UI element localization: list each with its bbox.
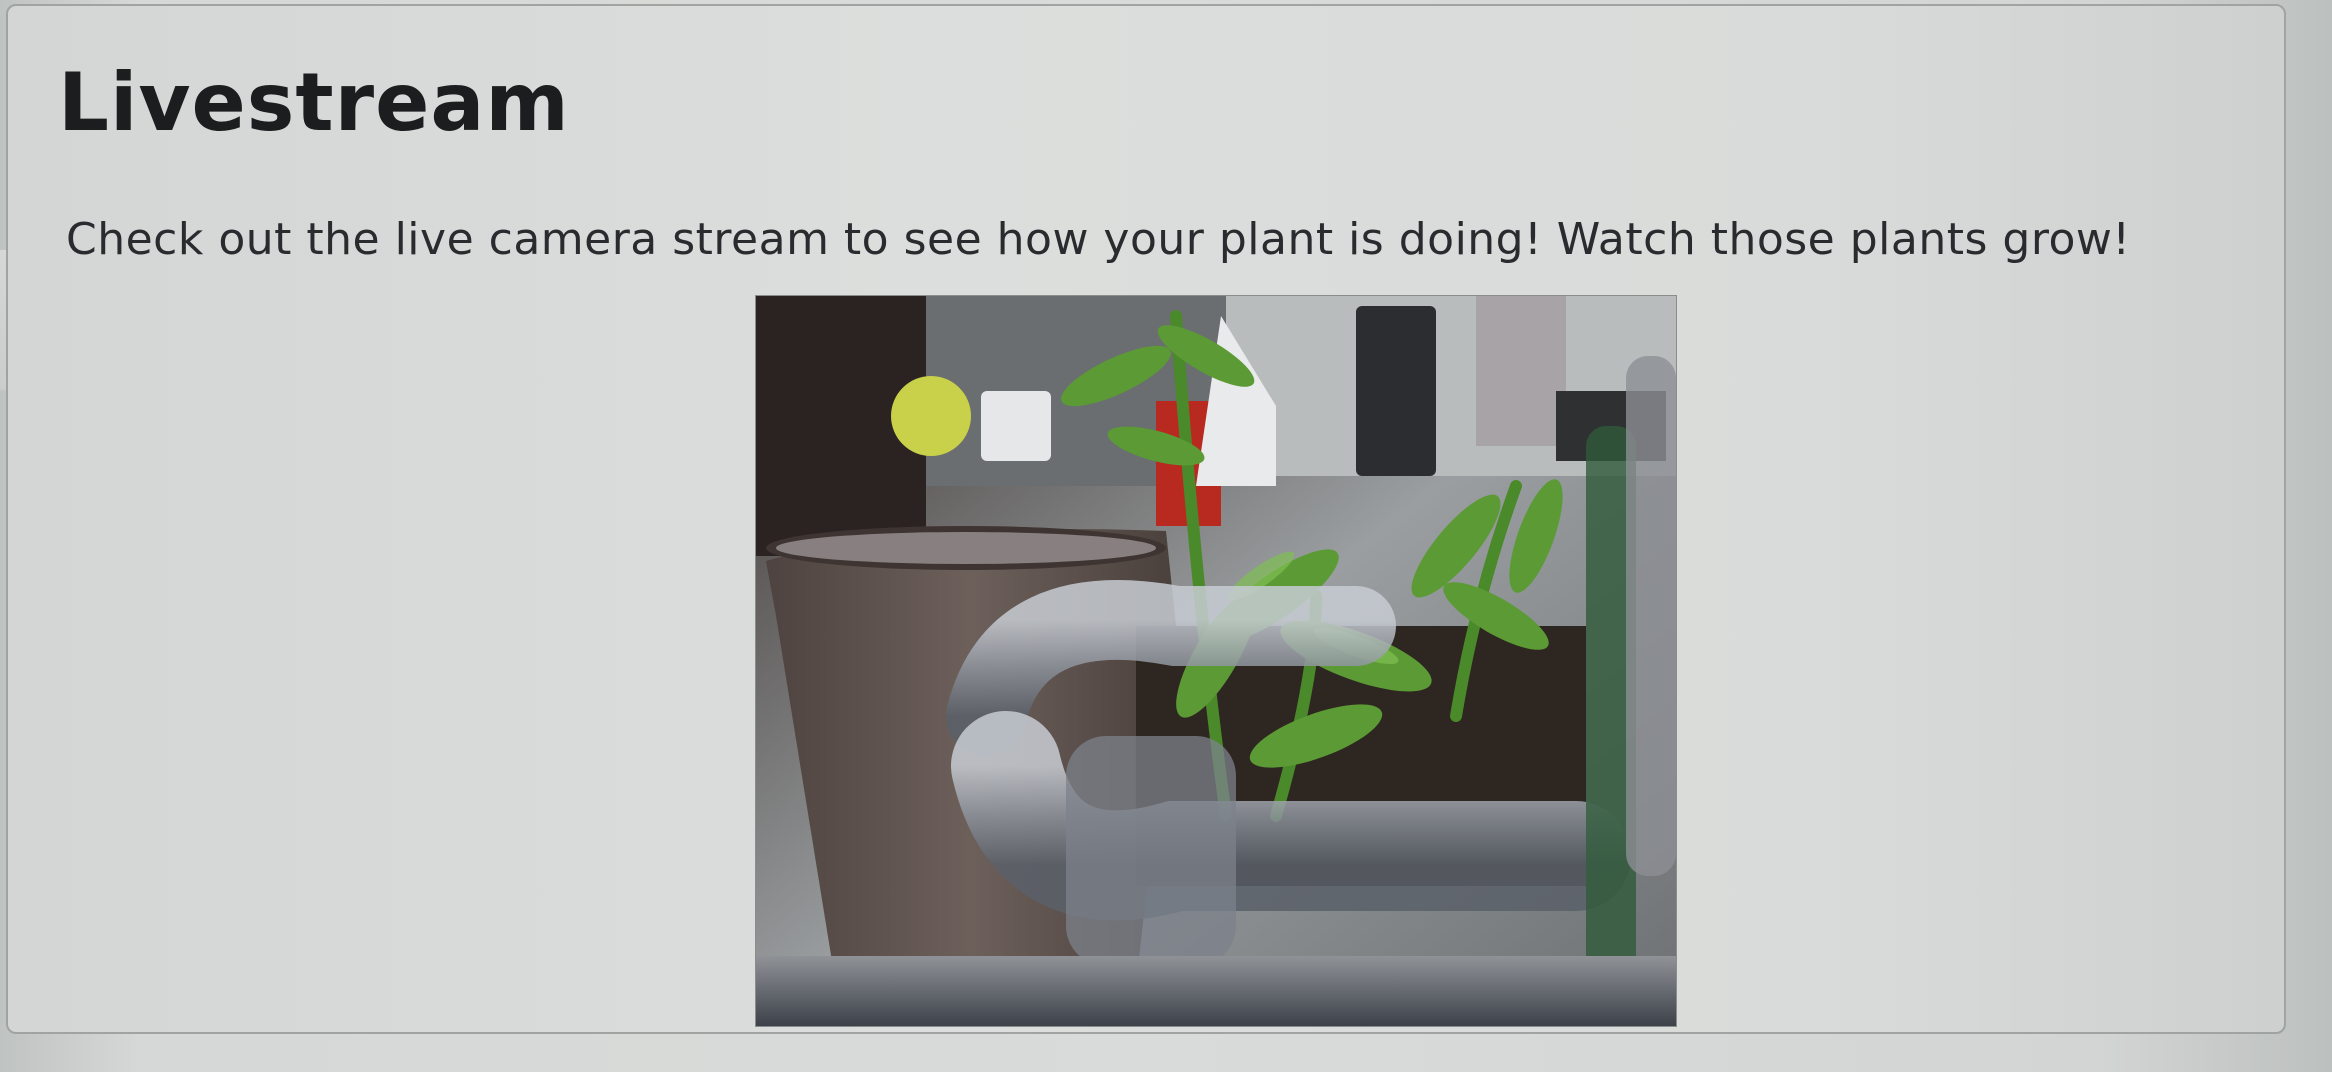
monitor-screen: Livestream Check out the live camera str… <box>0 0 2332 1072</box>
camera-frame <box>756 296 1676 1026</box>
camera-stream[interactable] <box>756 296 1676 1026</box>
section-description: Check out the live camera stream to see … <box>66 214 2131 265</box>
livestream-card: Livestream Check out the live camera str… <box>6 4 2286 1034</box>
section-title: Livestream <box>58 56 570 149</box>
